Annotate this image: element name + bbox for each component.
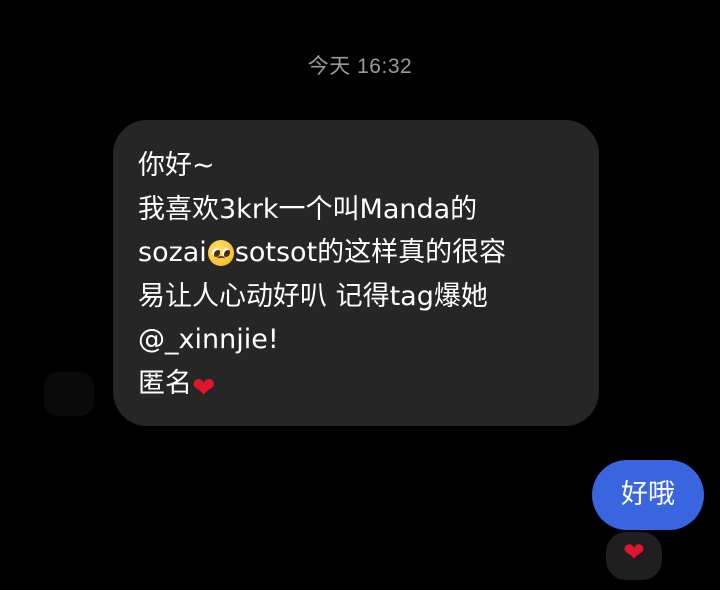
timestamp: 今天 16:32 <box>307 55 413 78</box>
message-line: 你好~ <box>138 150 215 181</box>
message-line: 易让人心动好叭 记得tag爆她 <box>138 280 488 312</box>
message-text: sotsot的这样真的很容 <box>234 237 507 268</box>
message-line: @_xinnjie! <box>138 324 279 355</box>
message-line: 我喜欢3krk一个叫Manda的 <box>138 193 478 225</box>
pleading-face-icon <box>207 240 234 266</box>
incoming-message-bubble[interactable]: 你好~ 我喜欢3krk一个叫Manda的 sozai sotsot的这样真的很容 … <box>113 120 599 426</box>
message-text: 匿名 <box>138 367 192 399</box>
message-line: 匿名❤ <box>138 362 577 406</box>
red-heart-icon: ❤ <box>192 370 216 404</box>
sender-avatar[interactable] <box>44 372 94 416</box>
message-text: sozai <box>138 237 207 268</box>
outgoing-message-bubble[interactable]: 好哦 <box>592 460 704 530</box>
red-heart-icon: ❤ <box>623 538 645 568</box>
message-reaction[interactable]: ❤ <box>604 530 664 582</box>
message-line: sozai sotsot的这样真的很容 <box>138 231 577 275</box>
